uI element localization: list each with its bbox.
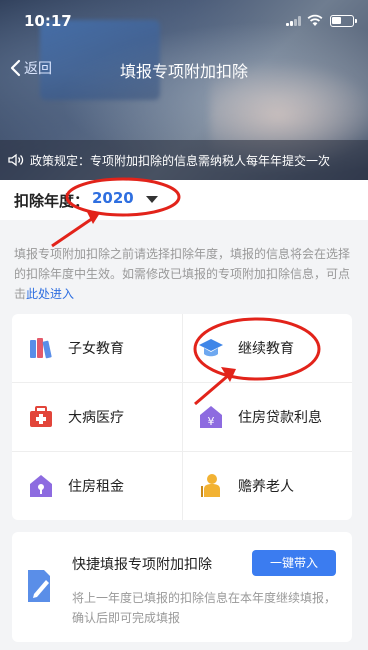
mortgage-icon: ¥ (200, 406, 222, 428)
category-label: 住房贷款利息 (238, 410, 322, 426)
quick-fill-title: 快捷填报专项附加扣除 (72, 557, 212, 573)
year-selector[interactable]: 扣除年度： 2020 (0, 180, 368, 220)
wifi-icon (307, 14, 323, 26)
policy-notice: 政策规定：专项附加扣除的信息需纳税人每年年提交一次 (0, 140, 368, 180)
header-banner: 10:17 返回 填报专项附加扣除 政策规定：专项附加扣除的信息需纳税人每年年提… (0, 0, 368, 180)
annotation-arrow-year (51, 214, 97, 248)
house-rent-icon (30, 475, 52, 497)
category-continuing-education[interactable]: 继续教育 (182, 314, 352, 382)
category-label: 住房租金 (68, 479, 124, 495)
category-label: 大病医疗 (68, 410, 124, 426)
year-value[interactable]: 2020 (92, 189, 134, 207)
category-housing-rent[interactable]: 住房租金 (12, 452, 182, 520)
category-children-education[interactable]: 子女教育 (12, 314, 182, 382)
notice-text: 政策规定：专项附加扣除的信息需纳税人每年年提交一次 (30, 153, 331, 168)
page-title: 填报专项附加扣除 (119, 62, 248, 81)
one-click-import-button[interactable]: 一键带入 (252, 550, 336, 576)
children-education-icon (30, 338, 52, 359)
year-label: 扣除年度： (14, 192, 90, 210)
medical-kit-icon (30, 406, 52, 427)
document-edit-icon (28, 570, 50, 602)
category-mortgage-interest[interactable]: ¥ 住房贷款利息 (182, 383, 352, 451)
category-serious-illness[interactable]: 大病医疗 (12, 383, 182, 451)
quick-fill-description: 将上一年度已填报的扣除信息在本年度继续填报，确认后即可完成填报 (72, 591, 337, 625)
deduction-categories-grid: 子女教育 继续教育 大病医疗 ¥ 住房贷款利息 住房租金 赡养老人 (12, 314, 352, 520)
speaker-icon (8, 153, 24, 167)
quick-fill-card: 快捷填报专项附加扣除 一键带入 将上一年度已填报的扣除信息在本年度继续填报，确认… (12, 532, 352, 642)
modify-entry-link[interactable]: 此处进入 (26, 287, 74, 301)
graduation-cap-icon (199, 339, 223, 357)
nav-bar: 返回 填报专项附加扣除 (0, 48, 368, 88)
status-time: 10:17 (24, 12, 72, 30)
category-elderly-support[interactable]: 赡养老人 (182, 452, 352, 520)
category-label: 子女教育 (68, 341, 124, 357)
svg-text:¥: ¥ (208, 415, 215, 428)
year-description: 填报专项附加扣除之前请选择扣除年度，填报的信息将会在选择的扣除年度中生效。如需修… (14, 244, 356, 304)
caret-down-icon[interactable] (146, 196, 158, 204)
status-bar: 10:17 (0, 0, 368, 40)
battery-icon (330, 15, 357, 27)
category-label: 赡养老人 (238, 479, 294, 495)
elderly-icon (201, 474, 220, 497)
category-label: 继续教育 (238, 341, 294, 357)
signal-icon (286, 16, 302, 26)
